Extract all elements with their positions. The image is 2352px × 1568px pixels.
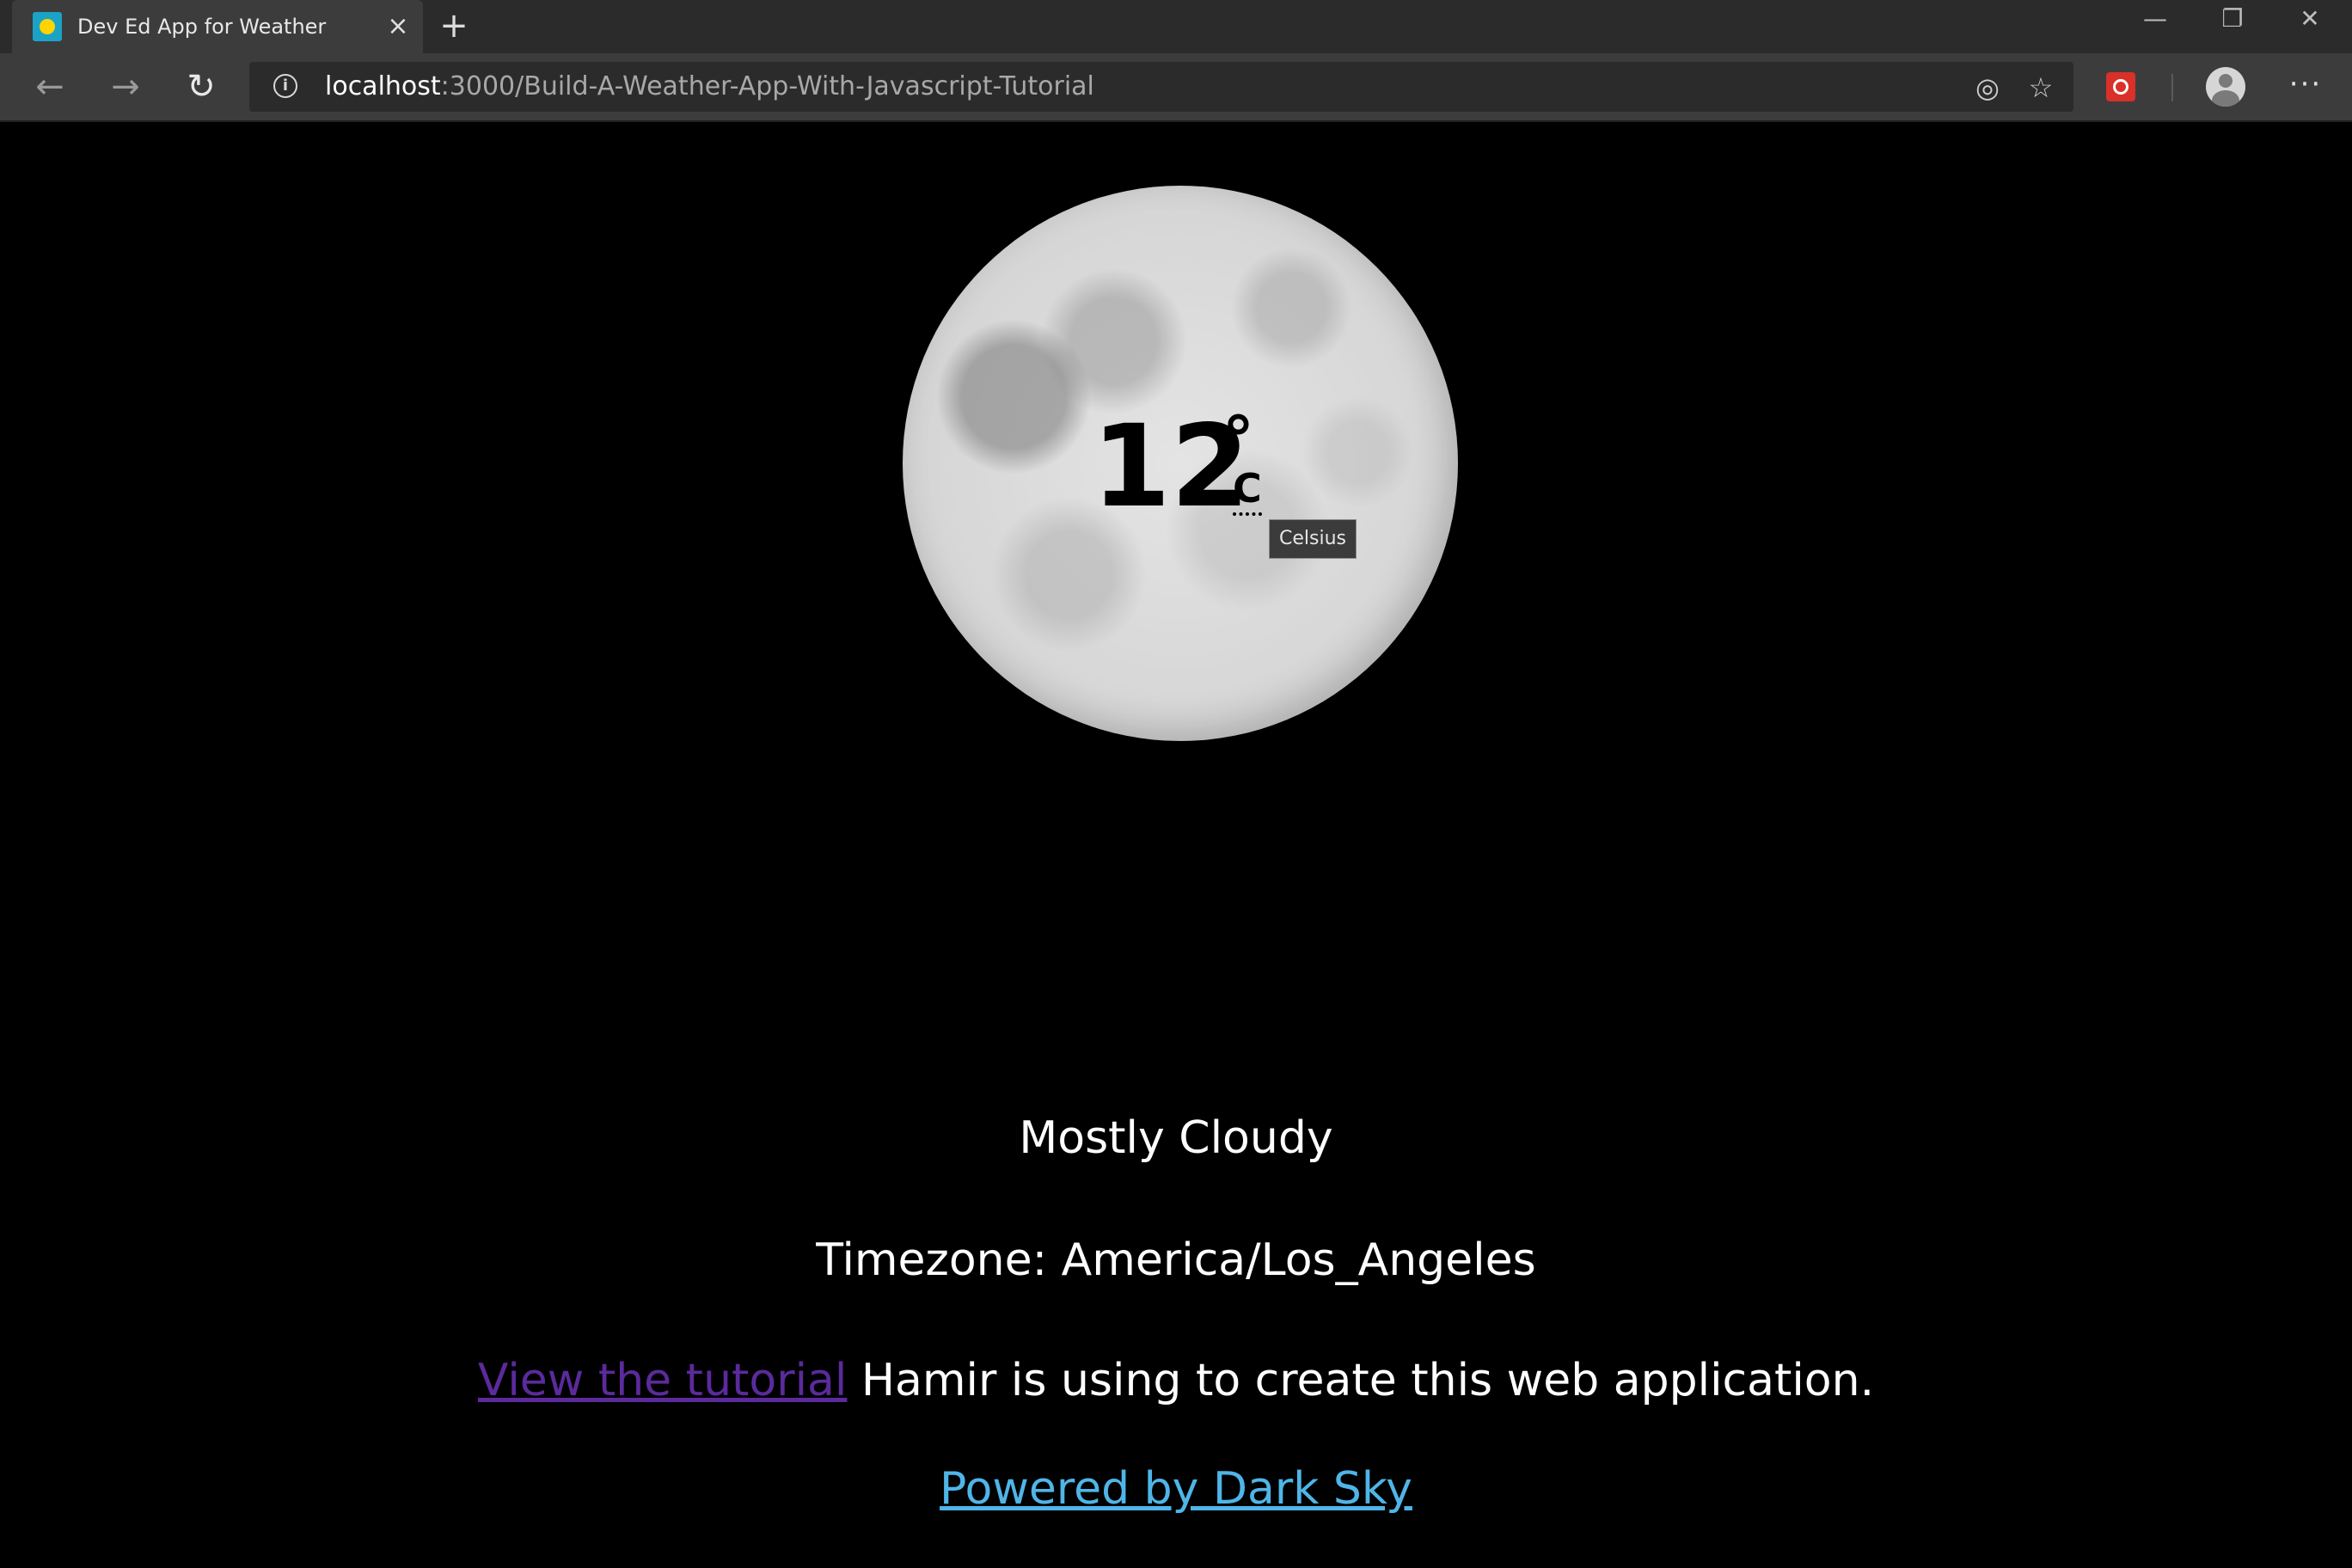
close-window-button[interactable]: ✕	[2271, 0, 2349, 38]
tab-bar: Dev Ed App for Weather × + — ❐ ✕	[0, 0, 2352, 53]
temperature-unit-toggle[interactable]: C	[1233, 464, 1262, 516]
new-tab-button[interactable]: +	[435, 7, 473, 45]
info-icon[interactable]: i	[273, 74, 297, 98]
browser-tab[interactable]: Dev Ed App for Weather ×	[12, 0, 423, 53]
tab-close-icon[interactable]: ×	[383, 10, 413, 43]
star-icon[interactable]: ☆	[2024, 70, 2058, 105]
weather-favicon-icon	[33, 12, 62, 41]
timezone-label: Timezone: America/Los_Angeles	[816, 1234, 1536, 1286]
browser-toolbar: ← → ↻ i localhost:3000/Build-A-Weather-A…	[0, 53, 2352, 122]
reload-icon[interactable]: ↻	[177, 65, 225, 108]
weather-summary: Mostly Cloudy	[1019, 1112, 1333, 1164]
toolbar-divider	[2171, 74, 2173, 101]
address-bar[interactable]: i localhost:3000/Build-A-Weather-App-Wit…	[249, 62, 2073, 112]
restore-window-button[interactable]: ❐	[2194, 0, 2271, 38]
back-arrow-icon[interactable]: ←	[26, 65, 74, 108]
extension-icon[interactable]	[2106, 72, 2135, 101]
view-tutorial-link[interactable]: View the tutorial	[478, 1355, 847, 1406]
tab-title: Dev Ed App for Weather	[77, 15, 327, 39]
forward-arrow-icon[interactable]: →	[101, 65, 150, 108]
location-icon[interactable]: ◎	[1970, 70, 2005, 105]
powered-by-line: Powered by Dark Sky	[0, 1461, 2352, 1516]
minimize-window-button[interactable]: —	[2116, 0, 2194, 38]
powered-by-dark-sky-link[interactable]: Powered by Dark Sky	[940, 1463, 1412, 1515]
profile-icon[interactable]	[2206, 67, 2245, 107]
more-icon[interactable]: ···	[2282, 67, 2330, 107]
tutorial-line: View the tutorial Hamir is using to crea…	[0, 1353, 2352, 1408]
tutorial-description: Hamir is using to create this web applic…	[847, 1355, 1875, 1406]
url-text[interactable]: localhost:3000/Build-A-Weather-App-With-…	[325, 70, 1094, 103]
unit-tooltip: Celsius	[1269, 519, 1357, 559]
